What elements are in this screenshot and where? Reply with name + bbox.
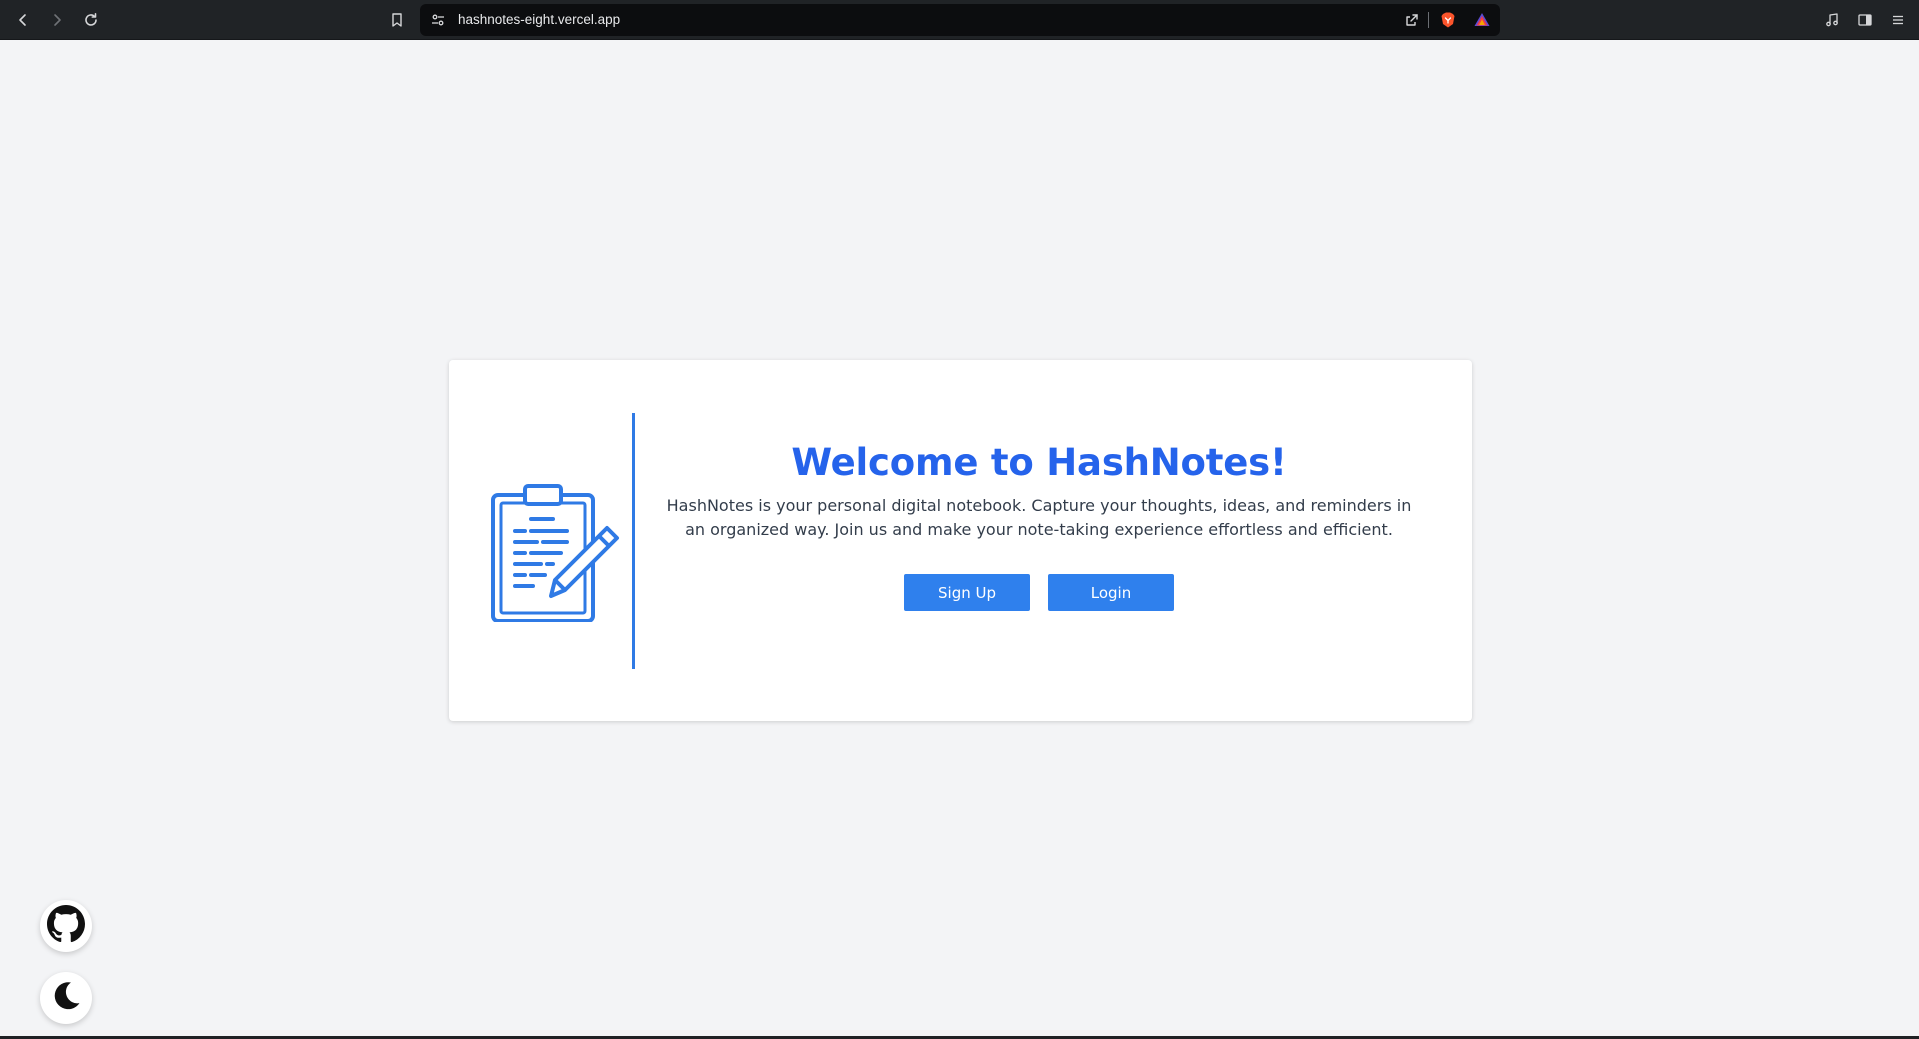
- welcome-description: HashNotes is your personal digital noteb…: [666, 496, 1412, 539]
- login-button[interactable]: Login: [1048, 574, 1174, 611]
- share-icon[interactable]: [1400, 8, 1424, 32]
- moon-icon: [49, 979, 83, 1018]
- welcome-content: Welcome to HashNotes! HashNotes is your …: [639, 440, 1439, 611]
- forward-arrow-icon[interactable]: [45, 8, 69, 32]
- bookmark-icon[interactable]: [385, 8, 409, 32]
- page-content: Welcome to HashNotes! HashNotes is your …: [0, 40, 1919, 1039]
- github-link-button[interactable]: [40, 900, 92, 952]
- clipboard-pencil-icon: [489, 484, 627, 623]
- page-title: Welcome to HashNotes!: [791, 441, 1287, 484]
- url-separator: [1428, 12, 1429, 28]
- back-arrow-icon[interactable]: [11, 8, 35, 32]
- welcome-card: Welcome to HashNotes! HashNotes is your …: [449, 360, 1472, 721]
- brave-shields-icon[interactable]: [1436, 8, 1460, 32]
- hamburger-menu-icon[interactable]: [1886, 8, 1910, 32]
- card-divider: [632, 413, 635, 669]
- browser-toolbar: hashnotes-eight.vercel.app: [0, 0, 1919, 40]
- signup-button[interactable]: Sign Up: [904, 574, 1030, 611]
- address-bar[interactable]: hashnotes-eight.vercel.app: [420, 4, 1500, 36]
- github-icon: [47, 904, 85, 948]
- sidebar-icon[interactable]: [1853, 8, 1877, 32]
- theme-toggle-button[interactable]: [40, 972, 92, 1024]
- brave-rewards-icon[interactable]: [1470, 8, 1494, 32]
- site-settings-icon[interactable]: [426, 8, 450, 32]
- reload-icon[interactable]: [79, 8, 103, 32]
- auth-buttons: Sign Up Login: [639, 574, 1439, 611]
- music-note-icon[interactable]: [1820, 8, 1844, 32]
- url-text[interactable]: hashnotes-eight.vercel.app: [458, 4, 620, 36]
